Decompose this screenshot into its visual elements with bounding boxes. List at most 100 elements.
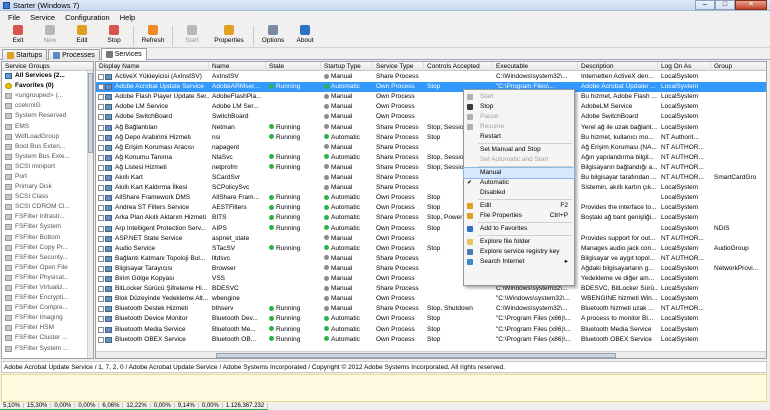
table-row[interactable]: ASP.NET State Service aspnet_state Manual O…	[96, 234, 766, 244]
row-checkbox[interactable]	[98, 205, 104, 212]
table-row[interactable]: Akıllı Kart Kaldırma İlkesi SCPolicySvc Ma…	[96, 183, 766, 193]
group-item[interactable]: SCSI CDROM Cl...	[2, 202, 93, 212]
menu-item-explore-service-registry-key[interactable]: Explore service registry key	[464, 247, 574, 257]
row-checkbox[interactable]	[98, 276, 104, 282]
column-header-description[interactable]: Description	[578, 62, 658, 71]
exit-button[interactable]: Exit	[2, 24, 34, 47]
group-item[interactable]: FSFilter Copy Pr...	[2, 243, 93, 253]
properties-button[interactable]: Properties	[208, 24, 250, 47]
group-item[interactable]: ccekrnlG	[2, 101, 93, 111]
table-row[interactable]: Ağ Bağlantıları Netman Running Manual Share …	[96, 123, 766, 133]
table-row[interactable]: Bluetooth Destek Hizmeti bthserv Running Ma…	[96, 304, 766, 314]
table-row[interactable]: BitLocker Sürücü Şifreleme Hi... BDESVC Ma…	[96, 284, 766, 294]
menu-item-stop[interactable]: Stop	[464, 102, 574, 112]
table-row[interactable]: Ağ Konumu Tanıma NlaSvc Running Automatic Sh…	[96, 153, 766, 163]
row-checkbox[interactable]	[98, 124, 104, 131]
group-item[interactable]: FSFilter Cluster ...	[2, 333, 93, 343]
row-checkbox[interactable]	[98, 225, 104, 232]
group-item[interactable]: FSFilter Open File	[2, 263, 93, 273]
menu-item-start[interactable]: Start	[464, 92, 574, 102]
row-checkbox[interactable]	[98, 215, 104, 222]
table-row[interactable]: Adobe LM Service Adobe LM Ser... Manual Own…	[96, 102, 766, 112]
table-row[interactable]: Blok Düzeyinde Yedekleme Alt... wbengine M…	[96, 294, 766, 304]
group-item[interactable]: System Reserved	[2, 111, 93, 121]
group-item[interactable]: FSFilter Security...	[2, 253, 93, 263]
stop-button[interactable]: Stop	[98, 24, 130, 47]
table-row[interactable]: Adobe Acrobat Update Service AdobeARMser.…	[96, 82, 766, 93]
row-checkbox[interactable]	[98, 134, 104, 141]
menu-item-automatic[interactable]: ✔ Automatic	[464, 178, 574, 188]
menu-item-add-to-favorites[interactable]: Add to Favorites	[464, 224, 574, 234]
edit-button[interactable]: Edit	[66, 24, 98, 47]
menu-item-manual[interactable]: Manual	[463, 167, 575, 179]
group-item[interactable]: All Services (2...	[2, 71, 93, 81]
menu-item-pause[interactable]: Pause	[464, 112, 574, 122]
group-item[interactable]: FSFilter HSM	[2, 323, 93, 333]
about-button[interactable]: About	[289, 24, 321, 47]
group-item[interactable]: <ungrouped> (...	[2, 91, 93, 101]
table-row[interactable]: Ağ Listesi Hizmeti netprofm Running Manual S…	[96, 163, 766, 173]
column-header-display-name[interactable]: Display Name	[96, 62, 209, 71]
row-checkbox[interactable]	[98, 336, 104, 343]
row-checkbox[interactable]	[98, 245, 104, 252]
table-row[interactable]: AllShare Framework DMS AllShare Fram... Ru…	[96, 193, 766, 203]
group-item[interactable]: FSFilter Virtualiz...	[2, 283, 93, 293]
column-header-name[interactable]: Name	[209, 62, 266, 71]
row-checkbox[interactable]	[98, 144, 104, 151]
row-checkbox[interactable]	[98, 154, 104, 161]
table-row[interactable]: Bluetooth Device Monitor Bluetooth Dev...…	[96, 314, 766, 324]
row-checkbox[interactable]	[98, 114, 104, 121]
menu-item-file-properties[interactable]: File Properties Ctrl+P	[464, 211, 574, 221]
menu-item-restart[interactable]: Restart	[464, 132, 574, 142]
row-checkbox[interactable]	[98, 265, 104, 272]
group-item[interactable]: WdfLoadGroup	[2, 132, 93, 142]
table-row[interactable]: Adobe Flash Player Update Ser... AdobeFla…	[96, 92, 766, 102]
group-item[interactable]: SCSI miniport	[2, 162, 93, 172]
row-checkbox[interactable]	[98, 175, 104, 181]
groups-scrollbar[interactable]	[87, 71, 93, 358]
column-header-state[interactable]: State	[266, 62, 321, 71]
row-checkbox[interactable]	[98, 316, 104, 323]
tab-startups[interactable]: Startups	[2, 49, 48, 60]
groups-scroll-thumb[interactable]	[88, 73, 93, 153]
column-header-startup-type[interactable]: Startup Type	[321, 62, 373, 71]
table-h-scrollbar[interactable]	[96, 351, 766, 358]
options-button[interactable]: Options	[257, 24, 289, 47]
menu-configuration[interactable]: Configuration	[60, 12, 115, 23]
row-checkbox[interactable]	[98, 74, 104, 80]
maximize-button[interactable]: □	[715, 0, 735, 10]
menu-help[interactable]: Help	[115, 12, 140, 23]
group-item[interactable]: SCSI Class	[2, 192, 93, 202]
group-item[interactable]: System Bus Exte...	[2, 152, 93, 162]
new-button[interactable]: New	[34, 24, 66, 47]
table-h-scroll-thumb[interactable]	[216, 353, 616, 358]
row-checkbox[interactable]	[98, 195, 104, 202]
row-checkbox[interactable]	[98, 94, 104, 101]
menu-item-edit[interactable]: Edit F2	[464, 201, 574, 211]
tab-services[interactable]: Services	[100, 48, 147, 60]
menu-item-disabled[interactable]: Disabled	[464, 188, 574, 198]
row-checkbox[interactable]	[98, 164, 104, 171]
table-row[interactable]: Ağ Erişim Koruması Aracısı napagent Manual…	[96, 143, 766, 153]
group-item[interactable]: FSFilter System ...	[2, 344, 93, 354]
table-row[interactable]: Audio Service STacSV Running Automatic Own P…	[96, 244, 766, 254]
row-checkbox[interactable]	[98, 185, 104, 192]
group-item[interactable]: FSFilter Imaging	[2, 313, 93, 323]
column-header-executable[interactable]: Executable	[493, 62, 578, 71]
tab-processes[interactable]: Processes	[48, 49, 100, 60]
row-checkbox[interactable]	[98, 286, 104, 293]
table-row[interactable]: Arp Intelligent Protection Serv... AIPS Ru…	[96, 224, 766, 234]
group-item[interactable]: FSFilter Infrastr...	[2, 212, 93, 222]
row-checkbox[interactable]	[98, 326, 104, 333]
group-item[interactable]: EMS	[2, 121, 93, 131]
group-item[interactable]: Primary Disk	[2, 182, 93, 192]
row-checkbox[interactable]	[98, 84, 104, 91]
group-item[interactable]: FSFilter Compre...	[2, 303, 93, 313]
column-header-controls-accepted[interactable]: Controls Accepted	[424, 62, 493, 71]
service-groups-header[interactable]: Service Groups	[2, 62, 93, 71]
table-row[interactable]: Ağ Depo Arabirimi Hizmeti nsi Running Autom…	[96, 133, 766, 143]
row-checkbox[interactable]	[98, 255, 104, 262]
table-row[interactable]: Bilgisayar Tarayıcısı Browser Manual Share …	[96, 264, 766, 274]
column-header-group[interactable]: Group	[711, 62, 766, 71]
column-header-log-on-as[interactable]: Log On As	[658, 62, 711, 71]
